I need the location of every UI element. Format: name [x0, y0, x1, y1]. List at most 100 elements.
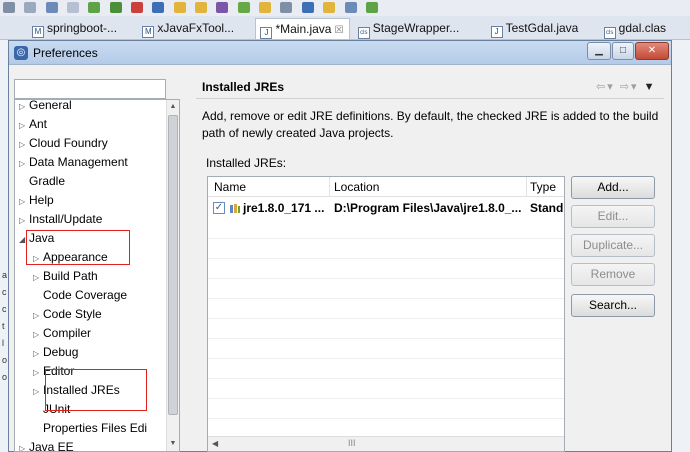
- jre-library-icon: [230, 204, 240, 213]
- debug-icon[interactable]: [109, 2, 122, 13]
- column-header-type[interactable]: Type: [530, 180, 556, 194]
- installed-jres-label: Installed JREs:: [206, 156, 287, 170]
- toolbar-icon[interactable]: [301, 2, 314, 13]
- duplicate-jre-button[interactable]: Duplicate...: [571, 234, 655, 257]
- tree-item[interactable]: ▷ Build Path: [33, 267, 98, 286]
- editor-tab-label: xJavaFxTool...: [157, 21, 235, 35]
- tree-item[interactable]: Code Coverage: [33, 286, 127, 305]
- tree-item-label: Java: [29, 231, 55, 245]
- tree-scrollbar[interactable]: ▲ ▼: [166, 100, 179, 451]
- tree-item[interactable]: ▷ Data Management: [19, 153, 128, 172]
- editor-tab-label: TestGdal.java: [505, 21, 579, 35]
- collapsed-arrow-icon[interactable]: ▷: [33, 363, 43, 382]
- remove-jre-button[interactable]: Remove: [571, 263, 655, 286]
- dialog-titlebar[interactable]: ◎ Preferences ▁ □ ✕: [9, 41, 671, 65]
- toolbar-icon[interactable]: [323, 2, 336, 13]
- folder-icon[interactable]: [173, 2, 186, 13]
- tree-item[interactable]: ▷ General: [19, 100, 72, 116]
- tree-item[interactable]: ▷ Help: [19, 191, 54, 210]
- forward-arrow-icon[interactable]: ⇨: [620, 81, 631, 93]
- collapsed-arrow-icon[interactable]: ▷: [19, 192, 29, 211]
- jre-table: Name Location Type ✓ jre1.8.0_171 ... D:…: [207, 176, 565, 452]
- add-jre-button[interactable]: Add...: [571, 176, 655, 199]
- collapsed-arrow-icon[interactable]: ▷: [33, 249, 43, 268]
- toolbar-icon[interactable]: [259, 2, 272, 13]
- editor-tab[interactable]: cls gdal.clas: [600, 18, 672, 39]
- close-tab-icon[interactable]: ☒: [334, 25, 343, 36]
- tree-item-label: Debug: [43, 345, 79, 359]
- collapsed-arrow-icon[interactable]: ▷: [19, 116, 29, 135]
- scroll-left-icon[interactable]: ◀: [212, 439, 218, 448]
- toolbar-icon[interactable]: [67, 2, 80, 13]
- editor-tab-main-java[interactable]: J *Main.java ☒: [255, 18, 351, 39]
- collapsed-arrow-icon[interactable]: ▷: [19, 100, 29, 116]
- close-window-icon[interactable]: ✕: [635, 42, 669, 60]
- tree-item-label: Appearance: [43, 250, 108, 264]
- toolbar-icon[interactable]: [237, 2, 250, 13]
- tree-item-label: Java EE: [29, 440, 74, 452]
- collapsed-arrow-icon[interactable]: ▷: [33, 268, 43, 287]
- folder-icon[interactable]: [195, 2, 208, 13]
- tree-item[interactable]: ▷ Editor: [33, 362, 74, 381]
- editor-tab[interactable]: cls StageWrapper...: [354, 18, 466, 39]
- collapsed-arrow-icon[interactable]: ▷: [19, 154, 29, 173]
- tree-item[interactable]: Properties Files Edi: [33, 419, 147, 438]
- collapsed-arrow-icon[interactable]: ▷: [33, 325, 43, 344]
- scroll-grip[interactable]: III: [348, 438, 356, 448]
- back-arrow-icon[interactable]: ⇦: [596, 81, 607, 93]
- tree-item[interactable]: ▷ Install/Update: [19, 210, 102, 229]
- collapsed-arrow-icon[interactable]: ▷: [33, 344, 43, 363]
- edit-jre-button[interactable]: Edit...: [571, 205, 655, 228]
- tree-item[interactable]: ▷ Cloud Foundry: [19, 134, 108, 153]
- column-header-name[interactable]: Name: [214, 180, 246, 194]
- minimize-icon[interactable]: ▁: [587, 42, 611, 60]
- maximize-icon[interactable]: □: [612, 42, 634, 60]
- toolbar-icon[interactable]: [131, 2, 144, 13]
- tree-item[interactable]: JUnit: [33, 400, 70, 419]
- tree-item[interactable]: ▷ Compiler: [33, 324, 91, 343]
- scroll-down-icon[interactable]: ▼: [167, 438, 179, 450]
- back-menu-icon[interactable]: ▾: [607, 81, 615, 93]
- explorer-fragment: l: [2, 338, 4, 348]
- column-header-location[interactable]: Location: [334, 180, 379, 194]
- collapsed-arrow-icon[interactable]: ▷: [33, 306, 43, 325]
- jre-default-checkbox[interactable]: ✓: [213, 202, 225, 214]
- scroll-thumb[interactable]: [168, 115, 178, 415]
- toolbar-icon[interactable]: [280, 2, 293, 13]
- tree-item[interactable]: ▷ Ant: [19, 115, 47, 134]
- tree-item[interactable]: ▷ Code Style: [33, 305, 102, 324]
- collapsed-arrow-icon[interactable]: ▷: [19, 211, 29, 230]
- filter-input[interactable]: [14, 79, 166, 99]
- forward-menu-icon[interactable]: ▾: [631, 81, 639, 93]
- toolbar-icon[interactable]: [216, 2, 229, 13]
- editor-tab[interactable]: Mspringboot-...: [28, 18, 123, 39]
- tree-item[interactable]: ◢ Java: [19, 229, 54, 248]
- collapsed-arrow-icon[interactable]: ▷: [19, 135, 29, 154]
- expanded-arrow-icon[interactable]: ◢: [19, 230, 29, 249]
- run-icon[interactable]: [88, 2, 101, 13]
- toolbar-icon[interactable]: [3, 2, 15, 13]
- table-header: Name Location Type: [208, 177, 564, 197]
- toolbar-icon[interactable]: [344, 2, 357, 13]
- tree-item[interactable]: ▷ Debug: [33, 343, 78, 362]
- editor-tab-label: gdal.clas: [618, 21, 667, 35]
- tree-item-label: Install/Update: [29, 212, 103, 226]
- table-hscrollbar[interactable]: ◀ III: [208, 436, 564, 451]
- toolbar-icon[interactable]: [152, 2, 165, 13]
- tree-item[interactable]: ▷ Appearance: [33, 248, 108, 267]
- scroll-up-icon[interactable]: ▲: [167, 101, 179, 113]
- tree-item[interactable]: Gradle: [19, 172, 65, 191]
- tree-item[interactable]: ▷ Java EE: [19, 438, 74, 452]
- editor-tab[interactable]: MxJavaFxTool...: [138, 18, 240, 39]
- collapsed-arrow-icon[interactable]: ▷: [33, 382, 43, 401]
- collapsed-arrow-icon[interactable]: ▷: [19, 439, 29, 451]
- search-jre-button[interactable]: Search...: [571, 294, 655, 317]
- view-menu-icon[interactable]: ▼: [644, 81, 657, 93]
- toolbar-icon[interactable]: [24, 2, 37, 13]
- toolbar-icon[interactable]: [45, 2, 58, 13]
- tree-item[interactable]: ▷ Installed JREs: [33, 381, 120, 400]
- editor-tab[interactable]: J TestGdal.java: [487, 18, 585, 39]
- explorer-fragment: t: [2, 321, 5, 331]
- table-row[interactable]: ✓ jre1.8.0_171 ... D:\Program Files\Java…: [208, 198, 564, 218]
- toolbar-icon[interactable]: [365, 2, 378, 13]
